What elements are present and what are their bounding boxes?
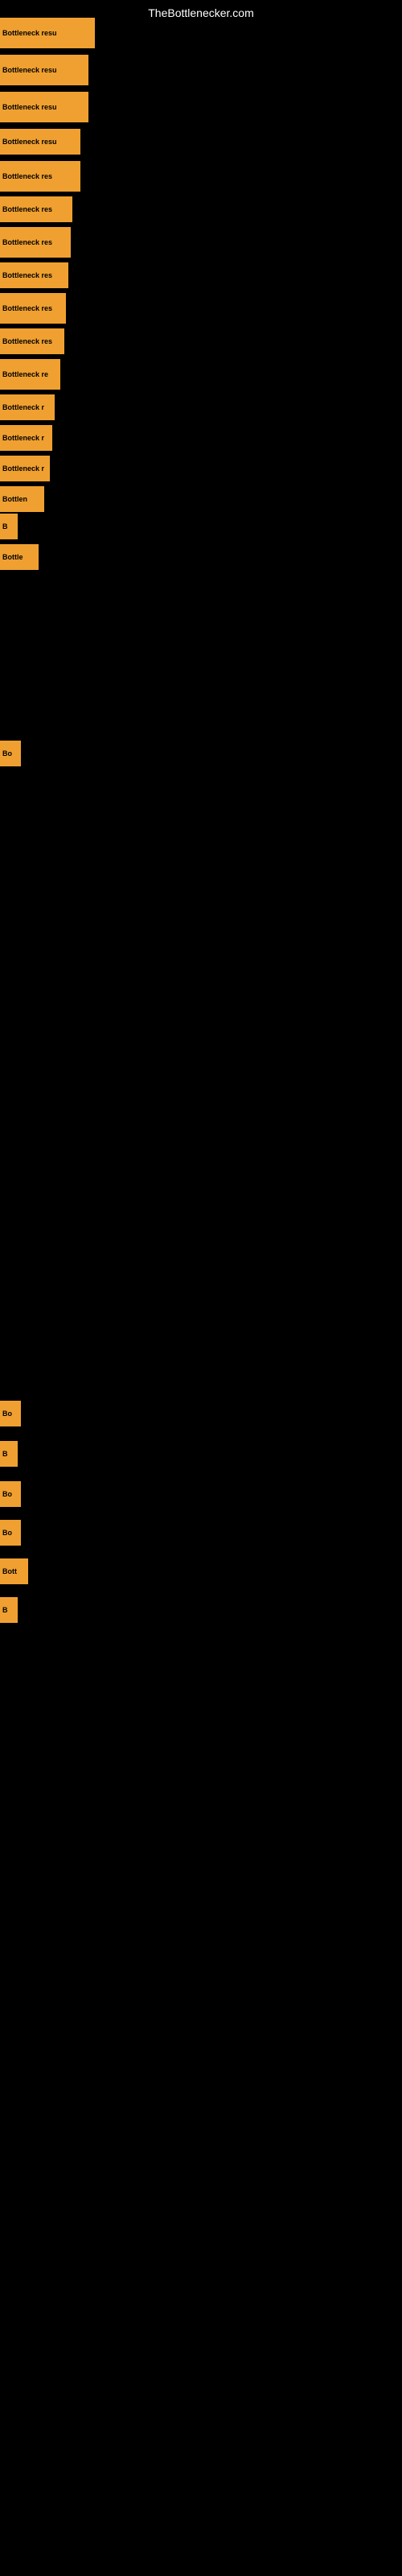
bar-item: Bo [0, 1481, 21, 1507]
bar-item: Bottleneck resu [0, 129, 80, 155]
bar-label: Bottleneck res [0, 270, 55, 281]
bar-label: Bo [0, 748, 14, 759]
bar-item: Bott [0, 1558, 28, 1584]
bar-label: Bo [0, 1408, 14, 1419]
bar-label: Bottleneck r [0, 402, 47, 413]
bar-label: Bo [0, 1527, 14, 1538]
bar-item: Bottleneck resu [0, 18, 95, 48]
bar-item: Bottlen [0, 486, 44, 512]
bar-item: Bottleneck res [0, 328, 64, 354]
bar-label: Bottle [0, 551, 26, 563]
bar-label: B [0, 1604, 10, 1616]
bar-label: Bottleneck resu [0, 101, 59, 113]
bar-item: Bottleneck res [0, 196, 72, 222]
bar-item: Bo [0, 1401, 21, 1426]
bar-label: Bottleneck r [0, 463, 47, 474]
bar-item: Bottleneck r [0, 394, 55, 420]
bar-item: Bottle [0, 544, 39, 570]
bar-label: Bottleneck r [0, 432, 47, 444]
bar-item: Bottleneck re [0, 359, 60, 390]
bar-item: B [0, 514, 18, 539]
bar-label: Bo [0, 1488, 14, 1500]
bar-label: Bottleneck res [0, 303, 55, 314]
bar-item: B [0, 1441, 18, 1467]
bar-item: B [0, 1597, 18, 1623]
bar-label: Bottleneck resu [0, 64, 59, 76]
bar-label: B [0, 521, 10, 532]
bar-label: Bottleneck res [0, 204, 55, 215]
bar-item: Bottleneck res [0, 227, 71, 258]
bar-label: Bottlen [0, 493, 30, 505]
bar-item: Bottleneck res [0, 293, 66, 324]
bar-label: Bottleneck resu [0, 136, 59, 147]
bar-label: Bottleneck res [0, 237, 55, 248]
bar-item: Bottleneck res [0, 161, 80, 192]
bar-item: Bottleneck res [0, 262, 68, 288]
bar-item: Bottleneck r [0, 456, 50, 481]
bar-label: B [0, 1448, 10, 1459]
bar-label: Bott [0, 1566, 19, 1577]
bar-label: Bottleneck re [0, 369, 51, 380]
bar-item: Bo [0, 741, 21, 766]
bar-item: Bottleneck resu [0, 55, 88, 85]
bar-item: Bo [0, 1520, 21, 1546]
bar-label: Bottleneck res [0, 336, 55, 347]
bar-item: Bottleneck r [0, 425, 52, 451]
bar-label: Bottleneck resu [0, 27, 59, 39]
bar-label: Bottleneck res [0, 171, 55, 182]
bar-item: Bottleneck resu [0, 92, 88, 122]
